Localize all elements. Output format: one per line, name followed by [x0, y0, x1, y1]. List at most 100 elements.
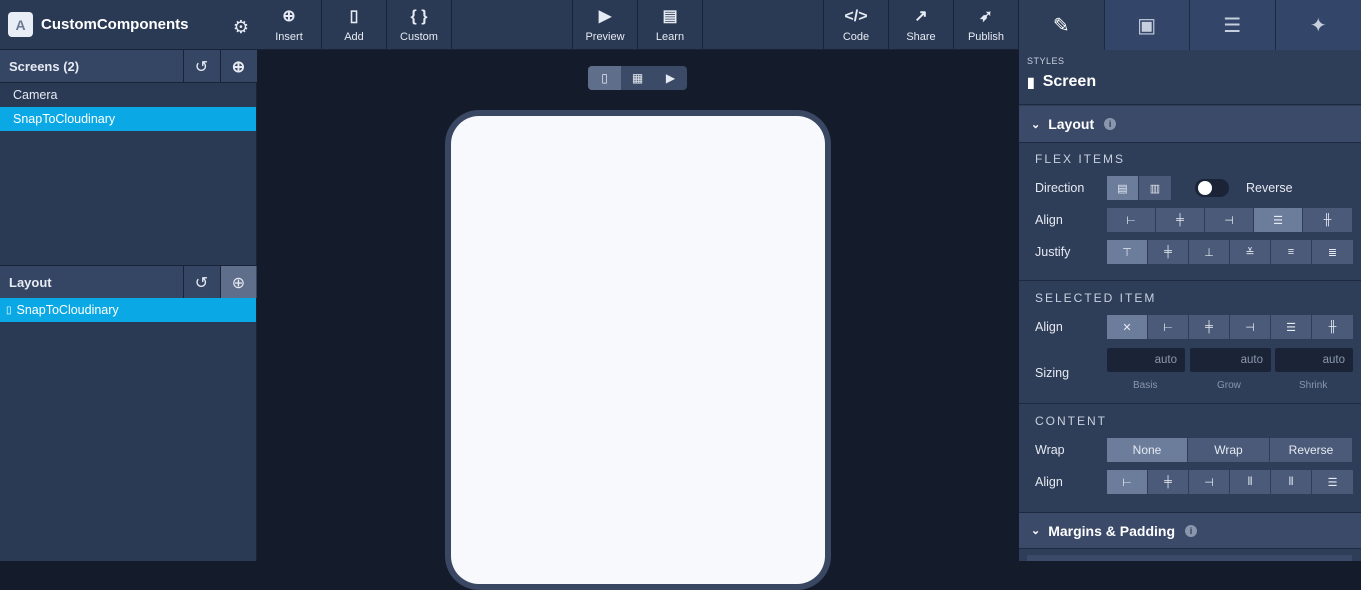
share-label: Share: [906, 31, 935, 43]
align-stretch-button[interactable]: ☰: [1254, 208, 1303, 232]
selected-item-heading: SELECTED ITEM: [1035, 291, 1156, 305]
align-self-auto-button[interactable]: ✕: [1107, 315, 1148, 339]
layout-section-title: Layout: [1048, 116, 1094, 132]
direction-row-button[interactable]: ▥: [1139, 176, 1171, 200]
code-icon: </>: [844, 7, 867, 27]
history-icon[interactable]: ↺: [183, 266, 219, 299]
align-label: Align: [1035, 213, 1063, 227]
gear-icon[interactable]: ⚙: [233, 17, 249, 38]
target-label: Screen: [1043, 73, 1096, 91]
justify-label: Justify: [1035, 245, 1070, 259]
wrap-wrap-button[interactable]: Wrap: [1188, 438, 1270, 462]
align-end-button[interactable]: ⊣: [1205, 208, 1254, 232]
align-content-start-button[interactable]: ⊢: [1107, 470, 1148, 494]
share-button[interactable]: ↗ Share: [889, 0, 954, 50]
book-icon: ▤: [662, 7, 677, 27]
layout-icon[interactable]: ▣: [1105, 0, 1191, 50]
basis-input[interactable]: auto: [1107, 348, 1185, 372]
justify-between-button[interactable]: ≚: [1230, 240, 1271, 264]
justify-around-button[interactable]: ≡: [1271, 240, 1312, 264]
toolbar-spacer: [452, 0, 573, 50]
grow-label: Grow: [1217, 380, 1241, 391]
wrap-reverse-button[interactable]: Reverse: [1270, 438, 1352, 462]
magic-wand-icon[interactable]: ✦: [1276, 0, 1361, 50]
insert-button[interactable]: ⊕Insert: [257, 0, 322, 50]
justify-center-button[interactable]: ╪: [1148, 240, 1189, 264]
reverse-toggle[interactable]: [1195, 179, 1229, 197]
align-content-center-button[interactable]: ╪: [1148, 470, 1189, 494]
screen-item-camera[interactable]: Camera: [0, 83, 256, 107]
code-button[interactable]: </> Code: [824, 0, 889, 50]
align-center-button[interactable]: ╪: [1156, 208, 1205, 232]
info-icon[interactable]: i: [1185, 525, 1197, 537]
chevron-down-icon: ⌄: [1031, 118, 1040, 131]
chevron-down-icon: ⌄: [1031, 524, 1040, 537]
phone-icon: ▯: [350, 7, 359, 27]
align-content-between-button[interactable]: ⫴: [1230, 470, 1271, 494]
styles-label: STYLES: [1027, 56, 1361, 66]
align-self-baseline-button[interactable]: ╫: [1312, 315, 1353, 339]
history-icon[interactable]: ↺: [183, 50, 219, 83]
preview-button[interactable]: ▶ Preview: [573, 0, 638, 50]
layout-section-header[interactable]: ⌄ Layouti: [1019, 106, 1361, 143]
align-content-around-button[interactable]: ⦀: [1271, 470, 1312, 494]
play-icon: ▶: [599, 7, 611, 27]
play-view-icon[interactable]: ▶: [654, 66, 687, 90]
styles-header: STYLES ▮ Screen: [1019, 50, 1361, 105]
share-icon: ↗: [914, 7, 927, 27]
align-self-stretch-button[interactable]: ☰: [1271, 315, 1312, 339]
align-start-button[interactable]: ⊢: [1107, 208, 1156, 232]
wrap-none-button[interactable]: None: [1107, 438, 1188, 462]
preview-label: Preview: [585, 31, 624, 43]
margins-preview: [1027, 555, 1352, 561]
align-content-segmented: ⊢ ╪ ⊣ ⫴ ⦀ ☰: [1107, 470, 1353, 494]
flex-items-heading: FLEX ITEMS: [1035, 152, 1125, 166]
phone-view-icon[interactable]: ▯: [588, 66, 621, 90]
shrink-label: Shrink: [1299, 380, 1327, 391]
top-toolbar: ⊕Insert ▯Add { }Custom ▶ Preview ▤Learn <…: [257, 0, 1019, 50]
basis-label: Basis: [1133, 380, 1157, 391]
align-content-stretch-button[interactable]: ☰: [1312, 470, 1353, 494]
custom-button[interactable]: { }Custom: [387, 0, 452, 50]
justify-end-button[interactable]: ⊥: [1189, 240, 1230, 264]
justify-start-button[interactable]: ⊤: [1107, 240, 1148, 264]
content-heading: CONTENT: [1035, 414, 1107, 428]
info-icon[interactable]: i: [1104, 118, 1116, 130]
screen-item-snaptocloudinary[interactable]: SnapToCloudinary: [0, 107, 256, 131]
brush-icon[interactable]: ✎: [1019, 0, 1105, 50]
rocket-icon: ➶: [979, 7, 992, 27]
phone-icon: ▯: [6, 305, 12, 316]
shrink-input[interactable]: auto: [1275, 348, 1353, 372]
sizing-label: Sizing: [1035, 366, 1069, 380]
phone-screen[interactable]: [451, 116, 825, 584]
align-self-center-button[interactable]: ╪: [1189, 315, 1230, 339]
align-baseline-button[interactable]: ╫: [1303, 208, 1352, 232]
align-content-end-button[interactable]: ⊣: [1189, 470, 1230, 494]
publish-button[interactable]: ➶ Publish: [954, 0, 1019, 50]
insert-label: Insert: [275, 31, 303, 43]
align-self-start-button[interactable]: ⊢: [1148, 315, 1189, 339]
margins-section-title: Margins & Padding: [1048, 523, 1175, 539]
add-button[interactable]: ▯Add: [322, 0, 387, 50]
learn-button[interactable]: ▤Learn: [638, 0, 703, 50]
plus-circle-icon[interactable]: ⊕: [220, 266, 256, 299]
database-icon[interactable]: ☰: [1190, 0, 1276, 50]
direction-column-button[interactable]: ▤: [1107, 176, 1139, 200]
content-align-label: Align: [1035, 475, 1063, 489]
layout-panel-header: Layout ↺ ⊕: [0, 265, 257, 298]
right-panel-tabs: ✎ ▣ ☰ ✦: [1019, 0, 1361, 50]
grid-view-icon[interactable]: ▦: [621, 66, 654, 90]
margins-section-header[interactable]: ⌄ Margins & Padding i: [1019, 512, 1361, 549]
publish-label: Publish: [968, 31, 1004, 43]
plus-circle-icon[interactable]: ⊕: [220, 50, 256, 83]
align-self-end-button[interactable]: ⊣: [1230, 315, 1271, 339]
left-sidebar: A CustomComponents ⚙ Screens (2) ↺ ⊕ Cam…: [0, 0, 257, 561]
screens-panel-header: Screens (2) ↺ ⊕: [0, 50, 257, 83]
code-label: Code: [843, 31, 869, 43]
layout-item-snaptocloudinary[interactable]: ▯ SnapToCloudinary: [0, 298, 256, 322]
target-title: ▮ Screen: [1027, 73, 1361, 91]
justify-evenly-button[interactable]: ≣: [1312, 240, 1353, 264]
grow-input[interactable]: auto: [1190, 348, 1271, 372]
custom-label: Custom: [400, 31, 438, 43]
align-self-segmented: ✕ ⊢ ╪ ⊣ ☰ ╫: [1107, 315, 1353, 339]
